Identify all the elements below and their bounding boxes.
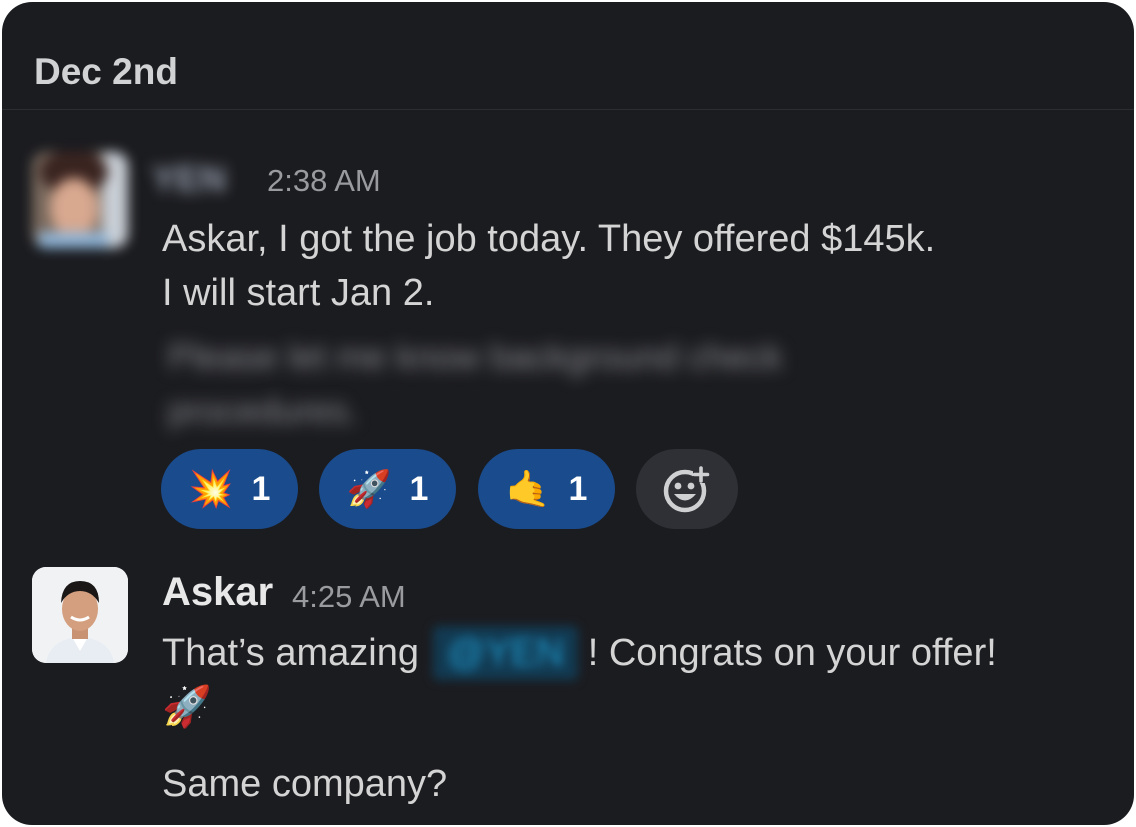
reaction-count: 1 — [251, 469, 271, 508]
collision-icon: 💥 — [188, 468, 234, 509]
reaction-collision[interactable]: 💥 1 — [161, 449, 298, 529]
date-divider-label: Dec 2nd — [34, 51, 178, 92]
user-mention[interactable]: @YEN — [432, 626, 578, 680]
message-text-line: That’s amazing @YEN ! Congrats on your o… — [162, 626, 997, 680]
message-text-line: Askar, I got the job today. They offered… — [162, 218, 936, 260]
divider — [2, 109, 1134, 110]
reaction-count: 1 — [568, 469, 588, 508]
add-emoji-icon — [663, 466, 710, 513]
reaction-rocket[interactable]: 🚀 1 — [319, 449, 456, 529]
message-timestamp[interactable]: 4:25 AM — [292, 579, 406, 615]
message-author[interactable]: Askar — [162, 568, 273, 616]
rocket-icon: 🚀 — [162, 685, 212, 729]
message-text-line: Same company? — [162, 763, 448, 805]
add-reaction-button[interactable] — [636, 449, 738, 529]
avatar-yen[interactable] — [32, 152, 128, 248]
message-text-segment: That’s amazing — [162, 632, 419, 674]
rocket-icon: 🚀 — [346, 468, 392, 509]
reaction-call-me-hand[interactable]: 🤙 1 — [478, 449, 615, 529]
chat-panel: Dec 2nd YEN 2:38 AM Askar, I got the job… — [2, 2, 1134, 825]
message-author[interactable]: YEN — [152, 155, 226, 203]
avatar-askar[interactable] — [32, 567, 128, 663]
reaction-count: 1 — [409, 469, 429, 508]
message-timestamp[interactable]: 2:38 AM — [267, 163, 381, 199]
blurred-message-line: procedures. — [168, 390, 359, 431]
blurred-message-line: Please let me know background check — [168, 336, 783, 377]
message-text-line: I will start Jan 2. — [162, 272, 435, 314]
call-me-hand-icon: 🤙 — [505, 468, 551, 509]
message-text-segment: ! Congrats on your offer! — [587, 632, 997, 674]
